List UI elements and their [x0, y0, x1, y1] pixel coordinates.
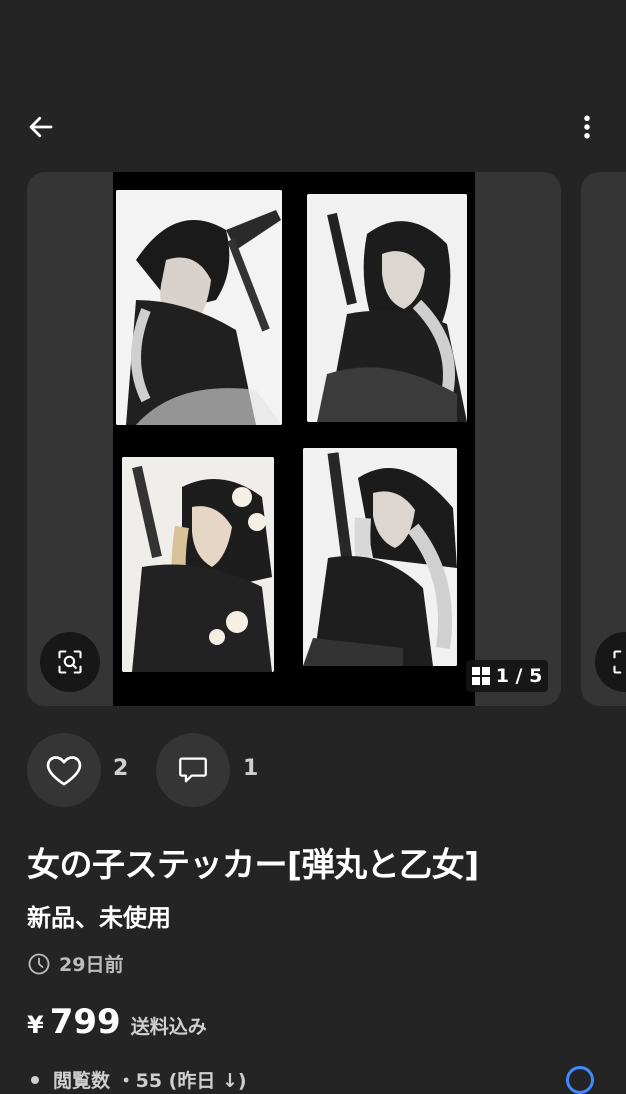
clock-icon	[28, 953, 50, 974]
item-title: 女の子ステッカー[弾丸と乙女]	[27, 845, 479, 884]
item-condition: 新品、未使用	[27, 904, 171, 932]
comment-icon	[179, 757, 207, 783]
comment-button[interactable]	[156, 733, 230, 807]
grid-icon	[471, 667, 490, 685]
image-counter: 1 / 5	[466, 660, 548, 692]
sticker-image-1	[116, 190, 282, 425]
comment-count: 1	[243, 756, 259, 781]
zoom-search-icon	[613, 650, 622, 674]
back-button[interactable]	[14, 100, 68, 154]
info-icon[interactable]	[566, 1066, 594, 1094]
product-image[interactable]	[113, 172, 475, 706]
gallery-slide[interactable]	[27, 172, 561, 706]
sticker-image-4	[303, 448, 457, 666]
currency-symbol: ¥	[27, 1011, 44, 1039]
arrow-left-icon	[29, 116, 53, 138]
like-count: 2	[113, 756, 129, 781]
heart-icon	[46, 756, 82, 786]
image-counter-text: 1 / 5	[495, 665, 543, 687]
gallery-next-slide[interactable]	[581, 172, 626, 706]
image-zoom-button[interactable]	[40, 632, 100, 692]
posted-time-text: 29日前	[59, 954, 124, 976]
price-row: ¥ 799 送料込み	[27, 1002, 207, 1042]
item-price: 799	[49, 1002, 121, 1042]
more-vertical-icon	[584, 115, 590, 139]
zoom-search-icon	[58, 650, 82, 674]
like-button[interactable]	[27, 733, 101, 807]
more-options-button[interactable]	[560, 100, 614, 154]
sticker-image-2	[307, 194, 467, 422]
sticker-image-3	[122, 457, 274, 672]
shipping-note: 送料込み	[130, 1016, 207, 1038]
image-carousel[interactable]	[0, 172, 626, 706]
posted-time: 29日前	[27, 950, 123, 977]
